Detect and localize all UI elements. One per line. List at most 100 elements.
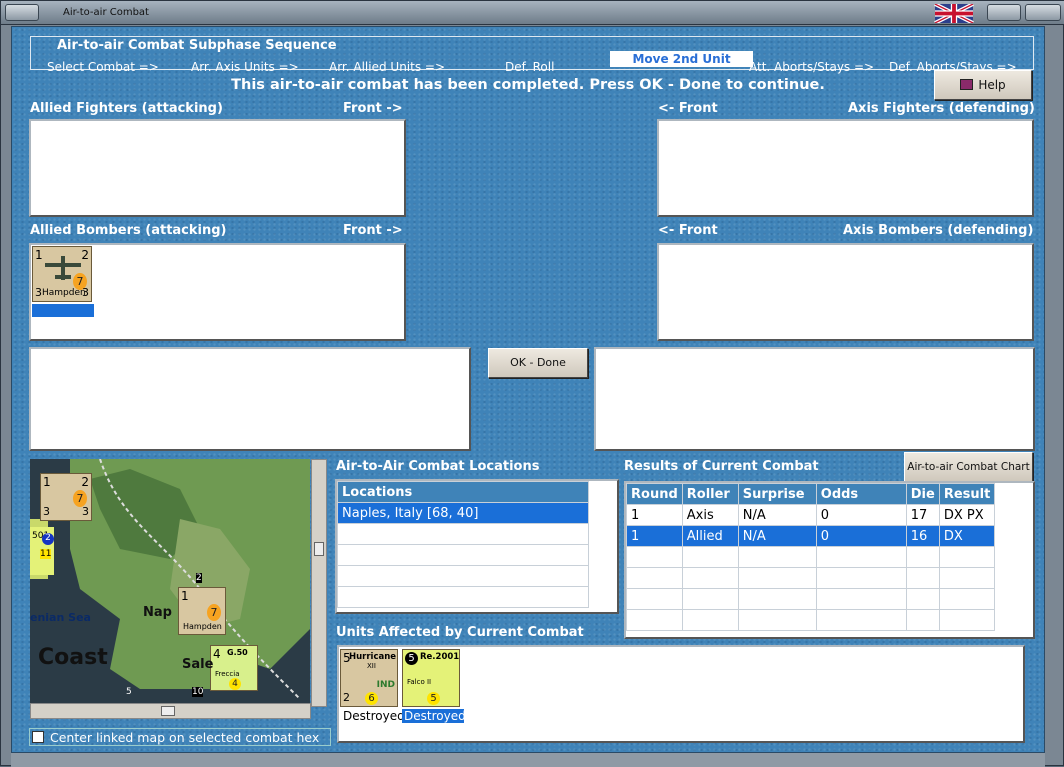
allied-bombers-box[interactable]: 1 2 7 3 Hampden 3 <box>29 243 406 341</box>
location-cell: Naples, Italy [68, 40] <box>337 502 589 524</box>
map-num-2a: 2 <box>42 533 54 545</box>
r2-result: DX <box>938 525 996 547</box>
window: Air-to-air Combat Air-to-air Combat Subp… <box>0 0 1064 767</box>
window-menu-button[interactable] <box>5 4 39 21</box>
r2-surprise: N/A <box>737 525 817 547</box>
map-unit2-name: Hampden <box>183 622 222 631</box>
r1-odds: 0 <box>815 504 907 526</box>
step-arr-axis: Arr. Axis Units => <box>191 60 299 74</box>
r2-die: 16 <box>905 525 940 547</box>
axis-bombers-box[interactable] <box>657 243 1034 341</box>
hurricane-factor: 6 <box>365 692 378 705</box>
map-num-10: 10 <box>192 687 204 697</box>
locations-list[interactable]: Locations Naples, Italy [68, 40] <box>335 479 619 614</box>
status-message: This air-to-air combat has been complete… <box>231 77 825 93</box>
hurricane-status: Destroyed <box>343 709 405 723</box>
step-current: Move 2nd Unit <box>610 51 753 67</box>
allied-bombers-front: Front -> <box>343 223 403 238</box>
map-vscroll-thumb[interactable] <box>314 542 324 556</box>
uk-flag-icon <box>934 4 974 23</box>
affected-units-box: 5 Hurricane XII IND 2 6 Destroyed 5 Re.2… <box>337 645 1025 743</box>
g50-tl: 4 <box>213 647 221 661</box>
map-label-nap: Nap <box>143 605 172 620</box>
combat-panel: Air-to-air Combat Subphase Sequence Sele… <box>11 26 1045 753</box>
map-unit-br: 3 <box>82 505 89 518</box>
map-num-11: 11 <box>40 549 52 559</box>
col-roller: Roller <box>681 483 739 505</box>
allied-detail-box <box>29 347 471 451</box>
re2001-status: Destroyed <box>402 709 466 723</box>
locations-title: Air-to-Air Combat Locations <box>336 459 540 474</box>
r1-result: DX PX <box>938 504 996 526</box>
locations-header: Locations <box>337 481 589 503</box>
map-g50-counter[interactable]: 4 G.50 Freccia 4 <box>210 645 258 691</box>
subphase-title: Air-to-air Combat Subphase Sequence <box>57 38 337 53</box>
ok-done-button[interactable]: OK - Done <box>488 348 588 378</box>
g50-name: G.50 <box>227 648 248 657</box>
re2001-unit-counter[interactable]: 5 Re.2001 Falco II 5 <box>402 649 460 707</box>
unit-name: Hampden <box>42 288 86 298</box>
r2-round: 1 <box>626 525 683 547</box>
allied-fighters-box[interactable] <box>29 119 406 217</box>
col-odds: Odds <box>815 483 907 505</box>
chart-button-label: Air-to-air Combat Chart <box>907 461 1030 473</box>
center-map-checkbox[interactable] <box>32 731 44 743</box>
results-row[interactable]: 1 Axis N/A 0 17 DX PX <box>626 504 996 526</box>
linked-map[interactable]: 12733 1 7 Hampden 4 G.50 Freccia 4 501 11 2 Coa… <box>30 459 310 707</box>
r1-round: 1 <box>626 504 683 526</box>
r2-roller: Allied <box>681 525 739 547</box>
r1-roller: Axis <box>681 504 739 526</box>
affected-title: Units Affected by Current Combat <box>336 625 584 640</box>
re2001-sub: Falco II <box>407 678 432 686</box>
map-hampden-counter-naples[interactable]: 1 7 Hampden <box>178 587 226 635</box>
help-label: Help <box>978 78 1006 92</box>
window-title: Air-to-air Combat <box>63 7 149 18</box>
map-hampden-counter[interactable]: 12733 <box>40 473 92 521</box>
help-button[interactable]: Help <box>934 70 1032 100</box>
center-map-label: Center linked map on selected combat hex <box>50 730 320 745</box>
map-horizontal-scrollbar[interactable] <box>30 703 311 719</box>
map-label-sale: Sale <box>182 657 214 672</box>
center-map-option[interactable]: Center linked map on selected combat hex <box>29 728 331 746</box>
map-vertical-scrollbar[interactable] <box>311 459 327 707</box>
hurricane-name: Hurricane <box>349 652 397 662</box>
step-arr-allied: Arr. Allied Units => <box>329 60 446 74</box>
minimize-button[interactable] <box>987 4 1021 21</box>
location-row[interactable]: Naples, Italy [68, 40] <box>337 502 589 524</box>
map-unit-tr: 2 <box>81 475 89 489</box>
unit-selection-bar <box>32 304 94 317</box>
col-surprise: Surprise <box>737 483 817 505</box>
hurricane-bl: 2 <box>343 691 350 704</box>
col-round: Round <box>626 483 683 505</box>
close-button[interactable] <box>1025 4 1061 21</box>
help-book-icon <box>960 79 974 90</box>
air-combat-chart-button[interactable]: Air-to-air Combat Chart <box>904 452 1033 482</box>
map-hscroll-thumb[interactable] <box>161 706 175 716</box>
unit-tl: 1 <box>35 248 43 262</box>
hurricane-sub: XII <box>367 662 376 670</box>
subphase-sequence: Air-to-air Combat Subphase Sequence Sele… <box>30 36 1034 74</box>
axis-fighters-label: Axis Fighters (defending) <box>848 101 1035 116</box>
r2-odds: 0 <box>815 525 907 547</box>
map-label-sea: enian Sea <box>30 611 91 624</box>
results-title: Results of Current Combat <box>624 459 819 474</box>
hurricane-unit-counter[interactable]: 5 Hurricane XII IND 2 6 <box>340 649 398 707</box>
step-def-roll: Def. Roll <box>505 60 555 74</box>
unit-bl: 3 <box>35 286 42 299</box>
col-die: Die <box>905 483 940 505</box>
step-select-combat: Select Combat => <box>47 60 159 74</box>
results-panel: Round Roller Surprise Odds Die Result 1A… <box>624 481 1035 639</box>
step-att-aborts: Att. Aborts/Stays => <box>749 60 875 74</box>
allied-bombers-label: Allied Bombers (attacking) <box>30 223 227 238</box>
hurricane-nation: IND <box>376 680 395 690</box>
hampden-unit-counter[interactable]: 1 2 7 3 Hampden 3 <box>32 246 92 302</box>
axis-fighters-box[interactable] <box>657 119 1034 217</box>
unit-br: 3 <box>82 286 89 299</box>
allied-fighters-label: Allied Fighters (attacking) <box>30 101 223 116</box>
re2001-tl: 5 <box>405 652 418 665</box>
results-row-selected[interactable]: 1 Allied N/A 0 16 DX <box>626 525 996 547</box>
axis-bombers-front: <- Front <box>658 223 718 238</box>
map-unit2-tl: 1 <box>181 589 189 603</box>
axis-fighters-front: <- Front <box>658 101 718 116</box>
map-unit-tl: 1 <box>43 475 51 489</box>
